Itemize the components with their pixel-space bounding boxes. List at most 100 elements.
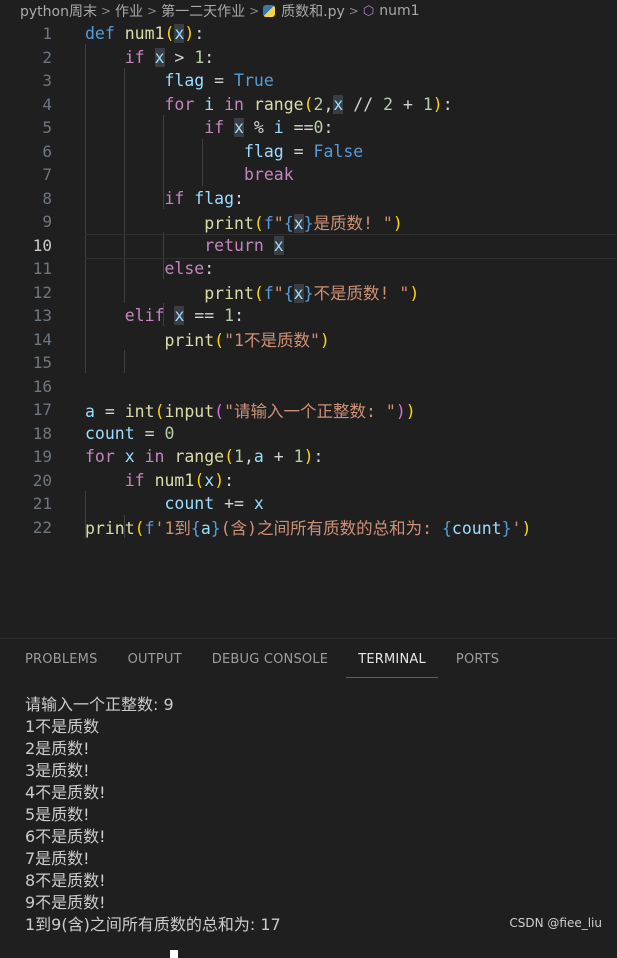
code-token: ) bbox=[319, 331, 330, 351]
code-line[interactable]: 9 print(f"{x}是质数! ") bbox=[0, 210, 617, 234]
code-text: print(f"{x}不是质数! ") bbox=[85, 280, 419, 304]
code-token: 0 bbox=[164, 423, 175, 443]
line-number: 3 bbox=[42, 71, 52, 91]
code-token: 1 bbox=[234, 447, 244, 467]
code-line[interactable]: 4 for i in range(2,x // 2 + 1): bbox=[0, 93, 617, 117]
method-cube-icon: ⬡ bbox=[362, 3, 375, 19]
code-token: : bbox=[224, 470, 235, 490]
code-token: in bbox=[224, 94, 244, 114]
tab-problems[interactable]: PROBLEMS bbox=[0, 639, 113, 679]
code-token: a bbox=[253, 447, 264, 467]
code-line[interactable]: 8 if flag: bbox=[0, 187, 617, 211]
code-token: if bbox=[124, 47, 145, 67]
code-token: : bbox=[323, 118, 334, 138]
code-line[interactable]: 14 print("1不是质数") bbox=[0, 328, 617, 352]
code-line[interactable]: 3 flag = True bbox=[0, 69, 617, 93]
code-line[interactable]: 10 return x bbox=[0, 234, 617, 258]
line-number: 1 bbox=[42, 24, 52, 44]
chevron-right-icon: > bbox=[348, 4, 359, 18]
code-text: flag = True bbox=[85, 71, 274, 91]
code-line[interactable]: 17 a = int(input("请输入一个正整数: ")) bbox=[0, 398, 617, 422]
code-token: "请输入一个正整数: " bbox=[224, 401, 396, 421]
code-token: = bbox=[204, 71, 235, 91]
tab-output[interactable]: OUTPUT bbox=[113, 639, 197, 679]
code-token: : bbox=[442, 94, 453, 114]
code-line[interactable]: 1 def num1(x): bbox=[0, 22, 617, 46]
breadcrumb-item-folder[interactable]: python周末 bbox=[20, 1, 97, 21]
code-token: } bbox=[303, 284, 314, 304]
code-token: x bbox=[174, 24, 185, 44]
code-line[interactable]: 19 for x in range(1,a + 1): bbox=[0, 445, 617, 469]
code-line[interactable]: 20 if num1(x): bbox=[0, 469, 617, 493]
code-token: int bbox=[124, 401, 155, 421]
breadcrumb-item-folder[interactable]: 第一二天作业 bbox=[161, 1, 245, 21]
code-line[interactable]: 16 bbox=[0, 375, 617, 399]
line-number: 18 bbox=[32, 423, 52, 443]
code-token: ) bbox=[521, 519, 532, 539]
code-line[interactable]: 5 if x % i ==0: bbox=[0, 116, 617, 140]
code-line[interactable]: 22 print(f'1到{a}(含)之间所有质数的总和为: {count}') bbox=[0, 516, 617, 540]
code-token: input bbox=[164, 401, 215, 421]
line-number: 19 bbox=[32, 447, 52, 467]
terminal-output[interactable]: 请输入一个正整数: 9 1不是质数 2是质数! 3是质数! 4不是质数! 5是质… bbox=[25, 694, 281, 958]
breadcrumb-item-file[interactable]: 质数和.py bbox=[263, 1, 345, 21]
code-token: ) bbox=[395, 401, 406, 421]
code-line[interactable]: 12 print(f"{x}不是质数! ") bbox=[0, 281, 617, 305]
code-line[interactable]: 11 else: bbox=[0, 257, 617, 281]
code-token: ) bbox=[184, 24, 195, 44]
code-token: True bbox=[234, 71, 274, 91]
code-text: elif x == 1: bbox=[85, 306, 244, 326]
code-token: x bbox=[234, 118, 244, 138]
code-token: : bbox=[204, 47, 215, 67]
code-line[interactable]: 7 break bbox=[0, 163, 617, 187]
code-token: ( bbox=[194, 470, 205, 490]
code-token: 是质数! bbox=[313, 213, 383, 233]
line-number: 8 bbox=[42, 188, 52, 208]
code-token: : bbox=[234, 306, 244, 326]
terminal-line: 1到9(含)之间所有质数的总和为: 17 bbox=[25, 915, 281, 934]
code-line[interactable]: 13 elif x == 1: bbox=[0, 304, 617, 328]
code-token: = bbox=[283, 141, 314, 161]
tab-ports[interactable]: PORTS bbox=[441, 639, 514, 679]
code-token: } bbox=[501, 519, 512, 539]
code-token: : bbox=[313, 447, 324, 467]
code-token: x bbox=[124, 447, 135, 467]
code-text: flag = False bbox=[85, 142, 363, 161]
code-line[interactable]: 2 if x > 1: bbox=[0, 46, 617, 70]
code-token: False bbox=[313, 141, 364, 161]
code-token: ( bbox=[224, 447, 235, 467]
terminal-line: 2是质数! bbox=[25, 739, 90, 758]
code-token: 1 bbox=[194, 47, 205, 67]
code-line[interactable]: 18 count = 0 bbox=[0, 422, 617, 446]
code-token: f bbox=[263, 284, 274, 304]
code-text: def num1(x): bbox=[85, 24, 204, 44]
breadcrumb-item-symbol[interactable]: ⬡ num1 bbox=[363, 3, 420, 19]
breadcrumb-item-folder[interactable]: 作业 bbox=[115, 1, 143, 21]
code-token: ( bbox=[164, 24, 175, 44]
code-token: = bbox=[134, 423, 165, 443]
code-text: if x % i ==0: bbox=[85, 118, 334, 138]
code-token: a bbox=[200, 519, 211, 539]
code-line[interactable]: 6 flag = False bbox=[0, 140, 617, 164]
code-token: f bbox=[263, 213, 274, 233]
tab-terminal[interactable]: TERMINAL bbox=[343, 639, 441, 679]
code-token: break bbox=[243, 165, 294, 185]
code-token: % bbox=[243, 118, 274, 138]
code-token: flag bbox=[194, 188, 235, 208]
code-token: ) bbox=[392, 213, 403, 233]
code-line[interactable]: 15 bbox=[0, 351, 617, 375]
line-number: 15 bbox=[32, 353, 52, 373]
code-token: for bbox=[164, 94, 195, 114]
code-editor[interactable]: 1 def num1(x): 2 if x > 1: 3 flag = True… bbox=[0, 22, 617, 638]
line-number: 14 bbox=[32, 329, 52, 349]
code-line[interactable]: 21 count += x bbox=[0, 492, 617, 516]
line-number: 11 bbox=[32, 259, 52, 279]
code-token: return bbox=[204, 235, 264, 255]
line-number: 6 bbox=[42, 141, 52, 161]
code-token: x bbox=[204, 470, 215, 490]
code-token: ) bbox=[409, 284, 420, 304]
tab-debug-console[interactable]: DEBUG CONSOLE bbox=[197, 639, 343, 679]
code-token: 1 bbox=[224, 306, 235, 326]
code-token: " bbox=[399, 284, 410, 304]
code-text: print(f"{x}是质数! ") bbox=[85, 210, 403, 234]
